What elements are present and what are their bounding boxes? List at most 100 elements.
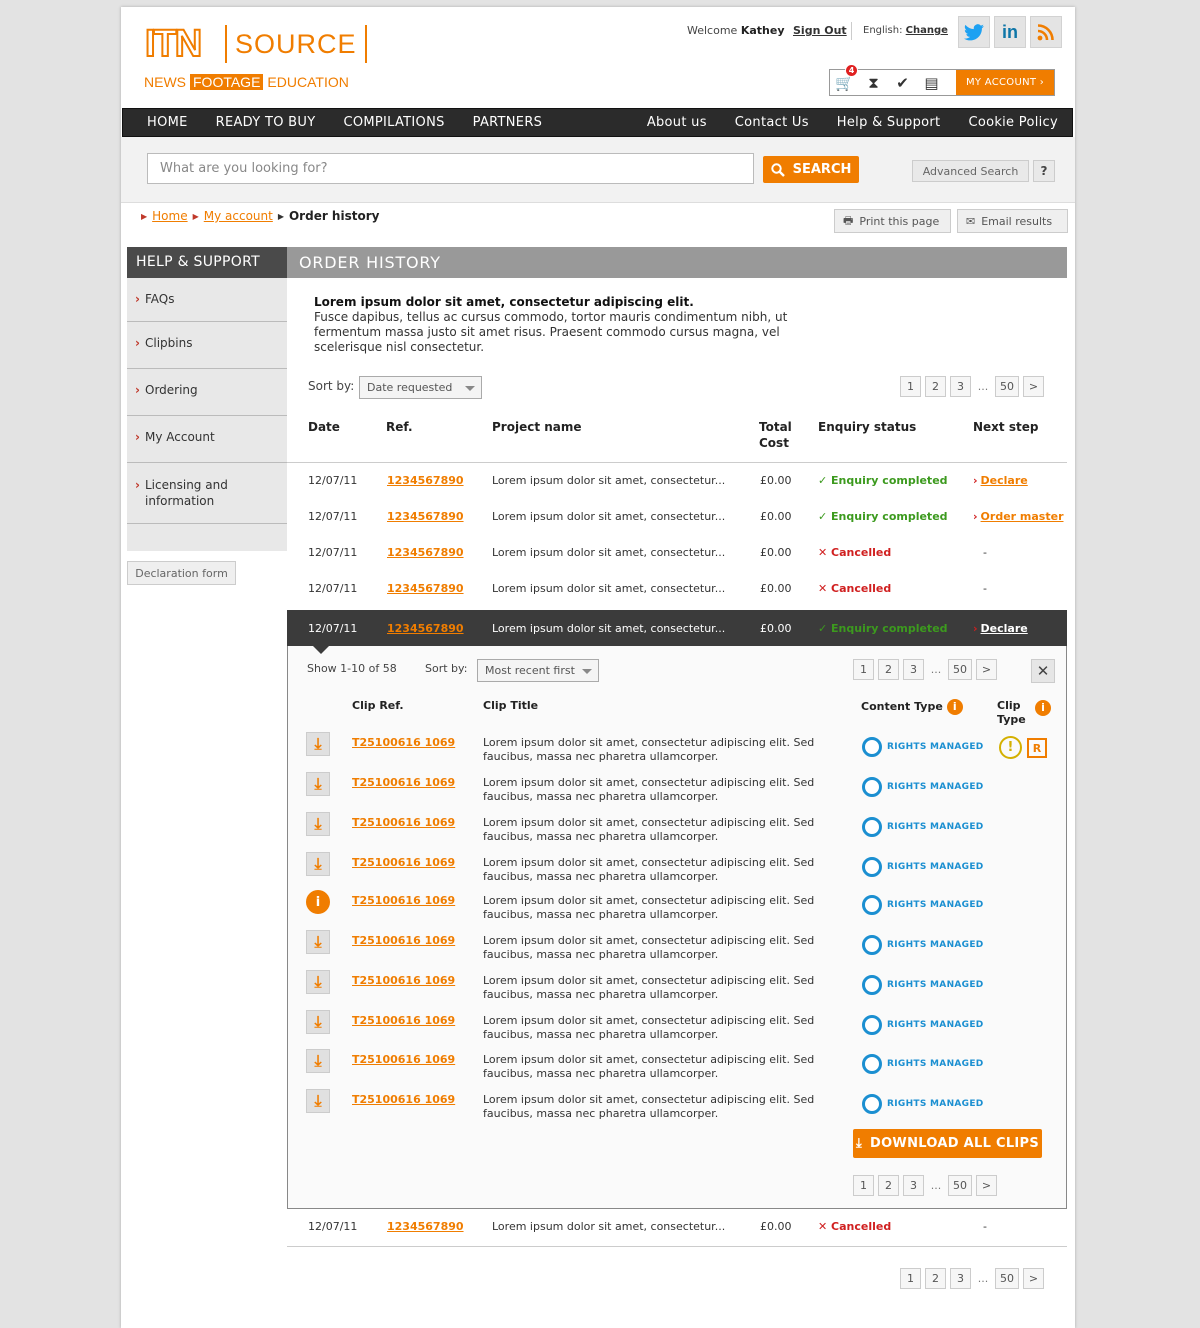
language-change-link[interactable]: Change <box>906 25 948 36</box>
order-ref-link[interactable]: 1234567890 <box>387 582 464 595</box>
page-button[interactable]: 50 <box>948 1175 972 1196</box>
detail-sort-select[interactable]: Most recent first <box>477 659 599 682</box>
download-icon[interactable]: ⤓ <box>306 852 330 876</box>
download-all-clips-button[interactable]: ⤓ DOWNLOAD ALL CLIPS <box>853 1129 1042 1158</box>
page-button[interactable]: 50 <box>948 659 972 680</box>
page-button[interactable]: 50 <box>995 1268 1019 1289</box>
search-button[interactable]: SEARCH <box>763 156 859 183</box>
linkedin-icon[interactable]: in <box>994 16 1026 48</box>
page-button[interactable]: 3 <box>950 376 971 397</box>
page-button[interactable]: 1 <box>853 1175 874 1196</box>
clip-ref-link[interactable]: T25100616 1069 <box>352 736 455 749</box>
print-page-button[interactable]: 🖶 Print this page <box>834 209 951 233</box>
nav-partners[interactable]: PARTNERS <box>459 115 557 130</box>
nav-help-support[interactable]: Help & Support <box>823 115 955 130</box>
clip-ref-link[interactable]: T25100616 1069 <box>352 816 455 829</box>
page-button[interactable]: 3 <box>903 659 924 680</box>
clip-ref-link[interactable]: T25100616 1069 <box>352 1053 455 1066</box>
tagline-footage: FOOTAGE <box>190 74 264 90</box>
close-panel-button[interactable]: ✕ <box>1031 659 1055 683</box>
page-button[interactable]: 50 <box>995 376 1019 397</box>
clip-ref-link[interactable]: T25100616 1069 <box>352 1014 455 1027</box>
order-ref-link[interactable]: 1234567890 <box>387 1220 464 1233</box>
next-page-button[interactable]: > <box>1023 1268 1044 1289</box>
page-button[interactable]: 2 <box>925 1268 946 1289</box>
page-button[interactable]: 1 <box>900 376 921 397</box>
sidebar-item-licensing[interactable]: Licensing and information <box>127 463 287 524</box>
page-button[interactable]: 2 <box>878 1175 899 1196</box>
intro-text: Lorem ipsum dolor sit amet, consectetur … <box>314 295 814 355</box>
hourglass-icon[interactable]: ⧗ <box>859 70 888 95</box>
next-step-link[interactable]: Order master <box>973 510 1064 523</box>
next-step-link[interactable]: Declare <box>973 474 1028 487</box>
nav-cookie-policy[interactable]: Cookie Policy <box>954 115 1072 130</box>
clip-ref-link[interactable]: T25100616 1069 <box>352 856 455 869</box>
info-icon[interactable]: i <box>306 890 330 914</box>
breadcrumb-my-account[interactable]: My account <box>204 209 273 223</box>
cart-icon[interactable]: 🛒 4 <box>830 64 859 95</box>
content-type-label: RIGHTS MANAGED <box>887 862 984 872</box>
page-button[interactable]: 3 <box>903 1175 924 1196</box>
order-row[interactable]: 12/07/11 1234567890 Lorem ipsum dolor sit … <box>287 1209 1067 1245</box>
download-icon[interactable]: ⤓ <box>306 970 330 994</box>
email-results-button[interactable]: ✉ Email results <box>957 209 1068 233</box>
sidebar-item-my-account[interactable]: My Account <box>127 416 287 463</box>
clip-ref-link[interactable]: T25100616 1069 <box>352 934 455 947</box>
document-icon[interactable]: ▤ <box>917 70 946 95</box>
clip-ref-link[interactable]: T25100616 1069 <box>352 1093 455 1106</box>
order-row[interactable]: 12/07/11 1234567890 Lorem ipsum dolor sit … <box>287 535 1067 571</box>
download-icon[interactable]: ⤓ <box>306 1010 330 1034</box>
nav-contact-us[interactable]: Contact Us <box>721 115 823 130</box>
page-button[interactable]: 2 <box>925 376 946 397</box>
page-button[interactable]: 1 <box>853 659 874 680</box>
search-help-button[interactable]: ? <box>1033 160 1055 182</box>
info-icon[interactable]: i <box>1035 700 1051 716</box>
order-ref-link[interactable]: 1234567890 <box>387 474 464 487</box>
rss-icon[interactable] <box>1030 16 1062 48</box>
download-icon[interactable]: ⤓ <box>306 1049 330 1073</box>
sidebar-item-faqs[interactable]: FAQs <box>127 278 287 322</box>
nav-compilations[interactable]: COMPILATIONS <box>329 115 458 130</box>
order-row[interactable]: 12/07/11 1234567890 Lorem ipsum dolor sit … <box>287 571 1067 607</box>
nav-about-us[interactable]: About us <box>633 115 721 130</box>
sidebar-item-ordering[interactable]: Ordering <box>127 369 287 416</box>
search-input[interactable]: What are you looking for? <box>147 153 754 184</box>
clip-ref-link[interactable]: T25100616 1069 <box>352 974 455 987</box>
next-page-button[interactable]: > <box>976 659 997 680</box>
download-icon[interactable]: ⤓ <box>306 732 330 756</box>
checkout-cart-icon[interactable]: ✔ <box>888 70 917 95</box>
page-button[interactable]: 3 <box>950 1268 971 1289</box>
col-project: Project name <box>492 420 582 434</box>
clip-ref-link[interactable]: T25100616 1069 <box>352 894 455 907</box>
itn-logo[interactable]: ITN <box>144 24 203 64</box>
order-row[interactable]: 12/07/11 1234567890 Lorem ipsum dolor sit … <box>287 499 1067 535</box>
order-row[interactable]: 12/07/11 1234567890 Lorem ipsum dolor sit … <box>287 610 1067 647</box>
sign-out-link[interactable]: Sign Out <box>793 24 847 37</box>
order-ref-link[interactable]: 1234567890 <box>387 510 464 523</box>
sidebar-item-clipbins[interactable]: Clipbins <box>127 322 287 369</box>
twitter-icon[interactable] <box>958 16 990 48</box>
order-row[interactable]: 12/07/11 1234567890 Lorem ipsum dolor sit … <box>287 463 1067 499</box>
detail-pagination-bottom: 1 2 3... 50 > <box>853 1175 997 1196</box>
my-account-button[interactable]: MY ACCOUNT › <box>956 70 1054 95</box>
download-icon[interactable]: ⤓ <box>306 1089 330 1113</box>
next-page-button[interactable]: > <box>976 1175 997 1196</box>
clip-ref-link[interactable]: T25100616 1069 <box>352 776 455 789</box>
download-icon[interactable]: ⤓ <box>306 930 330 954</box>
next-page-button[interactable]: > <box>1023 376 1044 397</box>
info-icon[interactable]: i <box>946 699 963 715</box>
nav-home[interactable]: HOME <box>123 115 202 130</box>
download-icon[interactable]: ⤓ <box>306 772 330 796</box>
next-step-link[interactable]: Declare <box>973 622 1028 635</box>
page-button[interactable]: 1 <box>900 1268 921 1289</box>
logo-source: SOURCE <box>225 25 367 63</box>
order-ref-link[interactable]: 1234567890 <box>387 546 464 559</box>
declaration-form-button[interactable]: Declaration form <box>127 561 236 585</box>
sort-select[interactable]: Date requested <box>359 376 482 399</box>
order-ref-link[interactable]: 1234567890 <box>387 622 464 635</box>
page-button[interactable]: 2 <box>878 659 899 680</box>
breadcrumb-home[interactable]: Home <box>152 209 187 223</box>
nav-ready-to-buy[interactable]: READY TO BUY <box>202 115 330 130</box>
download-icon[interactable]: ⤓ <box>306 812 330 836</box>
advanced-search-button[interactable]: Advanced Search <box>912 160 1029 182</box>
